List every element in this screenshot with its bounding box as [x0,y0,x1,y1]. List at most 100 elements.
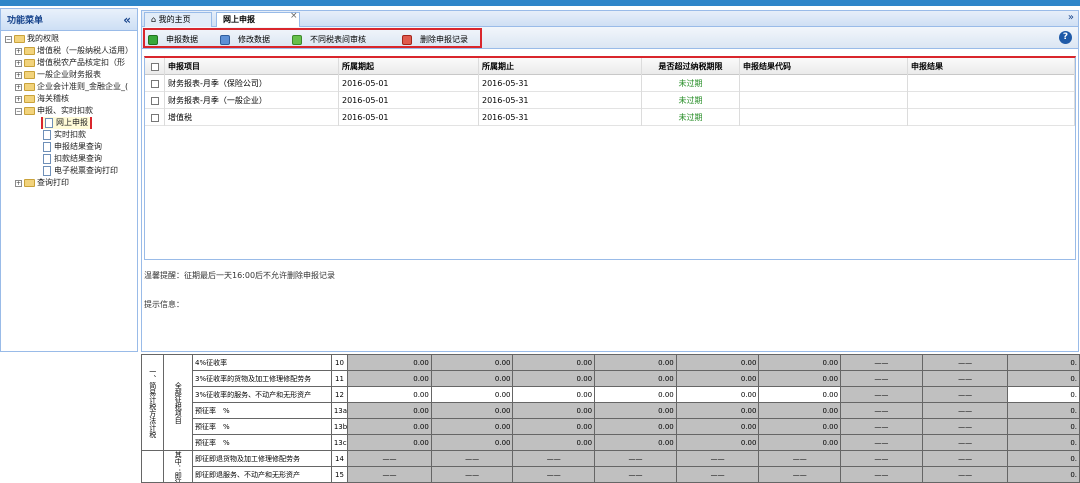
form-cell[interactable]: 0.00 [347,354,432,371]
form-cell[interactable]: 0.00 [675,354,760,371]
form-cell[interactable]: 0.00 [512,418,596,435]
column-header-overdue[interactable]: 是否超过纳税期限 [642,58,740,75]
form-cell: —— [675,450,760,467]
form-cell[interactable]: 0. [1007,418,1080,435]
declare-data-button[interactable]: 申报数据 [148,33,198,47]
column-header-item[interactable]: 申报项目 [165,58,339,75]
expand-toggle-icon[interactable]: + [15,95,22,103]
check-icon [148,35,158,45]
cross-form-audit-button[interactable]: 不同税表间审核 [292,33,366,47]
form-cell[interactable]: 0.00 [594,370,677,387]
tree-node-vat-general[interactable]: + 增值税（一般纳税人适用） [5,45,137,57]
tree-node-accounting-standards[interactable]: + 企业会计准则_金融企业_( [5,81,137,93]
form-cell[interactable]: 0.00 [758,386,842,403]
tree-node-deduction-result-query[interactable]: 扣款结果查询 [5,153,137,165]
form-cell[interactable]: 0.00 [594,418,677,435]
tree-node-query-print[interactable]: + 查询打印 [5,177,137,189]
tree-node-label: 电子税票查询打印 [54,166,118,175]
column-header-period-start[interactable]: 所属期起 [339,58,479,75]
cell-item: 财务报表-月季（一般企业） [165,92,339,109]
tab-online-declaration[interactable]: 网上申报 [216,12,300,27]
expand-toggle-icon[interactable]: + [15,59,22,67]
selected-node-highlight[interactable]: 网上申报 [41,117,92,129]
form-cell[interactable]: 0.00 [430,434,514,451]
collapse-sidebar-icon[interactable]: « [123,13,131,27]
form-cell[interactable]: 0. [1007,434,1080,451]
form-cell[interactable]: 0.00 [594,402,677,419]
help-icon[interactable]: ? [1059,31,1072,44]
collapse-toggle-icon[interactable]: − [5,35,12,43]
row-checkbox[interactable] [145,75,165,92]
tree-node-e-tax-ticket-print[interactable]: 电子税票查询打印 [5,165,137,177]
table-row[interactable]: 财务报表-月季（一般企业） 2016-05-01 2016-05-31 未过期 [145,92,1075,109]
delete-record-button[interactable]: 删除申报记录 [402,33,468,47]
form-cell[interactable]: 0.00 [512,434,596,451]
form-cell[interactable]: 0.00 [347,370,432,387]
tree-node-realtime-deduction[interactable]: 实时扣款 [5,129,137,141]
form-cell[interactable]: 0. [1007,450,1080,467]
form-cell[interactable]: 0.00 [675,402,760,419]
form-cell[interactable]: 0.00 [594,434,677,451]
form-cell[interactable]: 0.00 [675,370,760,387]
form-cell[interactable]: 0.00 [347,418,432,435]
form-cell[interactable]: 0.00 [347,386,432,403]
column-header-result-code[interactable]: 申报结果代码 [740,58,908,75]
expand-toggle-icon[interactable]: + [15,179,22,187]
form-cell[interactable]: 0. [1007,386,1080,403]
form-cell[interactable]: 0.00 [758,354,842,371]
tree-node-my-permissions[interactable]: − 我的权限 [5,33,137,45]
tree-node-online-declaration[interactable]: 网上申报 [5,117,137,129]
form-cell[interactable]: 0.00 [675,434,760,451]
select-all-checkbox[interactable] [145,58,165,75]
form-cell[interactable]: 0.00 [430,402,514,419]
form-cell[interactable]: 0.00 [430,386,514,403]
form-cell[interactable]: 0.00 [512,354,596,371]
row-checkbox[interactable] [145,92,165,109]
form-cell[interactable]: 0.00 [758,402,842,419]
expand-toggle-icon[interactable]: + [15,71,22,79]
form-cell[interactable]: 0. [1007,370,1080,387]
form-cell[interactable]: 0.00 [758,370,842,387]
tab-home[interactable]: ⌂ 我的主页 [144,12,212,27]
form-cell[interactable]: 0.00 [430,354,514,371]
expand-toggle-icon[interactable]: + [15,47,22,55]
cell-item: 财务报表-月季（保险公司） [165,75,339,92]
tree-node-vat-agricultural[interactable]: + 增值税农产品核定扣（形 [5,57,137,69]
form-cell[interactable]: 0.00 [758,434,842,451]
table-row[interactable]: 增值税 2016-05-01 2016-05-31 未过期 [145,109,1075,126]
tree-node-financial-statements[interactable]: + 一般企业财务报表 [5,69,137,81]
tab-menu-icon[interactable]: » [1068,12,1074,23]
tree-node-declaration-result-query[interactable]: 申报结果查询 [5,141,137,153]
tree-node-declare-deduct[interactable]: − 申报、实时扣款 [5,105,137,117]
form-cell: —— [840,434,923,451]
form-cell[interactable]: 0. [1007,466,1080,483]
form-cell[interactable]: 0.00 [512,386,596,403]
form-cell[interactable]: 0.00 [512,402,596,419]
form-cell[interactable]: 0.00 [758,418,842,435]
form-cell[interactable]: 0.00 [594,386,677,403]
form-row: 预征率 % 13c 0.00 0.00 0.00 0.00 0.00 0.00 —— —— 0. [142,434,1080,451]
form-cell[interactable]: 0.00 [675,418,760,435]
form-cell[interactable]: 0. [1007,402,1080,419]
tree-node-customs-audit[interactable]: + 海关稽核 [5,93,137,105]
close-tab-icon[interactable]: × [290,11,298,21]
expand-toggle-icon[interactable]: + [15,83,22,91]
tree-node-label: 企业会计准则_金融企业_( [37,82,129,91]
column-header-result[interactable]: 申报结果 [908,58,1075,75]
form-cell[interactable]: 0.00 [594,354,677,371]
modify-data-button[interactable]: 修改数据 [220,33,270,47]
collapse-toggle-icon[interactable]: − [15,107,22,115]
form-cell[interactable]: 0.00 [347,434,432,451]
document-icon [43,166,51,176]
row-checkbox[interactable] [145,109,165,126]
form-cell[interactable]: 0.00 [675,386,760,403]
form-cell[interactable]: 0.00 [347,402,432,419]
form-cell[interactable]: 0. [1007,354,1080,371]
form-cell[interactable]: 0.00 [512,370,596,387]
deadline-reminder: 温馨提醒：征期最后一天16:00后不允许删除申报记录 [144,271,336,280]
form-cell[interactable]: 0.00 [430,370,514,387]
form-cell[interactable]: 0.00 [430,418,514,435]
form-cell: —— [594,450,677,467]
table-row[interactable]: 财务报表-月季（保险公司） 2016-05-01 2016-05-31 未过期 [145,75,1075,92]
column-header-period-end[interactable]: 所属期止 [479,58,642,75]
